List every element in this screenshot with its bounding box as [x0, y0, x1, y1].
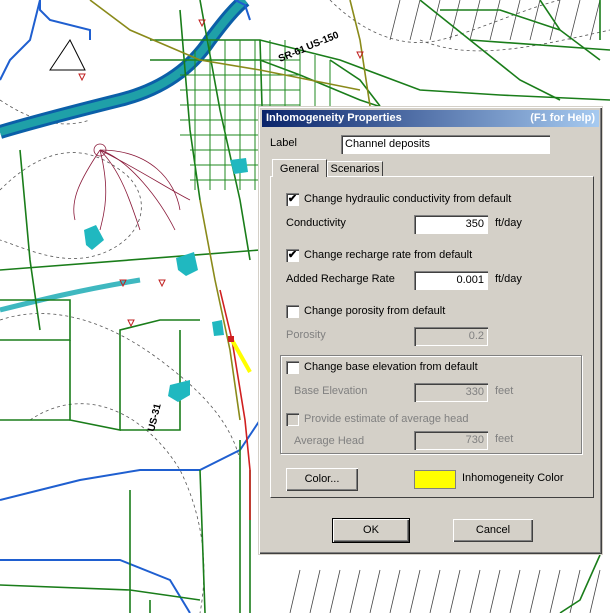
- base-elevation-input[interactable]: 330: [414, 383, 488, 402]
- average-head-label: Average Head: [294, 435, 365, 447]
- recharge-checkbox[interactable]: ✔: [286, 249, 299, 262]
- tab-general[interactable]: General: [272, 159, 327, 177]
- porosity-input[interactable]: 0.2: [414, 327, 488, 346]
- recharge-checkbox-label: Change recharge rate from default: [304, 249, 473, 261]
- label-caption: Label: [270, 137, 297, 149]
- porosity-checkbox-label: Change porosity from default: [304, 305, 446, 317]
- dialog-title: Inhomogeneity Properties: [266, 112, 402, 124]
- label-input[interactable]: Channel deposits: [341, 135, 550, 154]
- conductivity-label: Conductivity: [286, 217, 346, 229]
- ok-button[interactable]: OK: [332, 518, 410, 543]
- dialog-titlebar[interactable]: Inhomogeneity Properties (F1 for Help): [262, 110, 599, 127]
- average-head-unit: feet: [495, 433, 514, 445]
- recharge-input[interactable]: 0.001: [414, 271, 488, 290]
- average-head-checkbox-label: Provide estimate of average head: [304, 413, 469, 425]
- base-elevation-checkbox-label: Change base elevation from default: [304, 361, 478, 373]
- color-button[interactable]: Color...: [286, 468, 358, 491]
- help-hint: (F1 for Help): [530, 112, 595, 124]
- conductivity-checkbox[interactable]: ✔: [286, 193, 299, 206]
- cancel-button[interactable]: Cancel: [453, 519, 533, 542]
- recharge-label: Added Recharge Rate: [286, 273, 395, 285]
- recharge-unit: ft/day: [495, 273, 522, 285]
- porosity-checkbox[interactable]: [286, 305, 299, 318]
- conductivity-checkbox-label: Change hydraulic conductivity from defau…: [304, 193, 512, 205]
- average-head-input[interactable]: 730: [414, 431, 488, 450]
- base-elevation-unit: feet: [495, 385, 514, 397]
- conductivity-unit: ft/day: [495, 217, 522, 229]
- conductivity-input[interactable]: 350: [414, 215, 488, 234]
- porosity-label: Porosity: [286, 329, 326, 341]
- tab-scenarios[interactable]: Scenarios: [327, 161, 383, 176]
- inhomogeneity-color-label: Inhomogeneity Color: [462, 472, 564, 484]
- base-elevation-label: Base Elevation: [294, 385, 368, 397]
- average-head-checkbox[interactable]: [286, 413, 299, 426]
- base-elevation-checkbox[interactable]: [286, 361, 299, 374]
- inhomogeneity-color-swatch[interactable]: [414, 470, 456, 489]
